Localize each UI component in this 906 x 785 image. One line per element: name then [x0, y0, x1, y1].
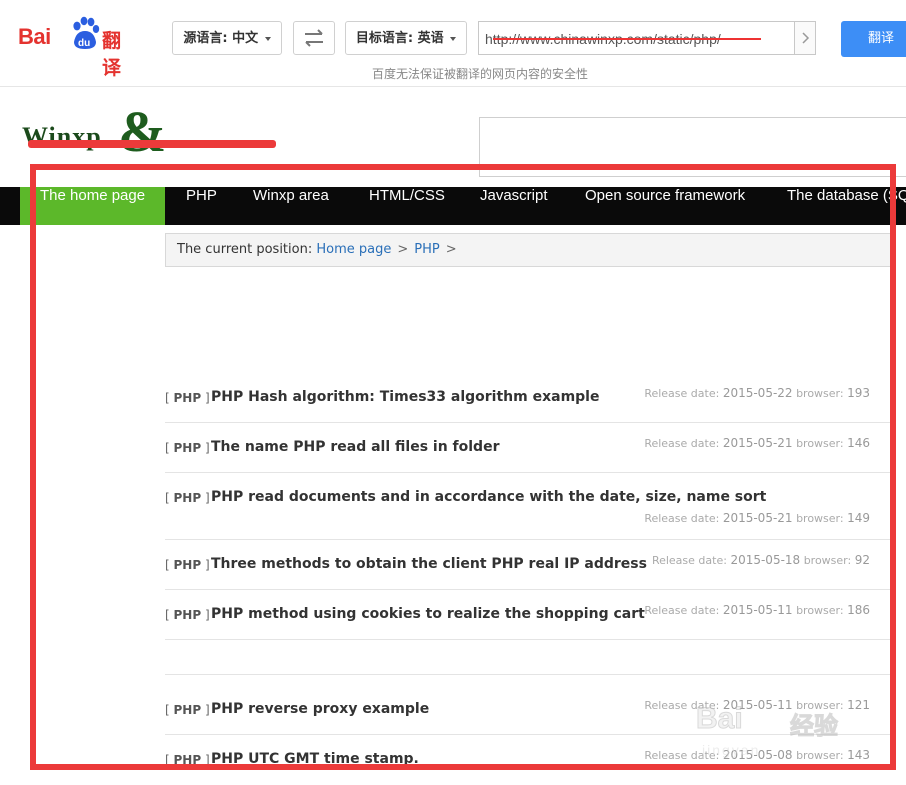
logo-bai-text: Bai — [18, 24, 51, 49]
breadcrumb: The current position: Home page > PHP > — [165, 233, 892, 267]
logo-du-text: du — [78, 38, 90, 49]
breadcrumb-prefix: The current position: — [177, 242, 313, 257]
site-logo-amp: & — [118, 99, 167, 164]
article-title-link[interactable]: The name PHP read all files in folder — [211, 439, 499, 455]
category-tag[interactable]: [ PHP ] — [165, 558, 210, 572]
list-item: [ PHP ] PHP read documents and in accord… — [165, 473, 892, 540]
nav-item-javascript[interactable]: Javascript — [460, 187, 568, 225]
list-item: [ PHP ] PHP UTC GMT time stamp. Release … — [165, 735, 892, 784]
logo-strike-annotation — [28, 140, 276, 148]
nav-item-home[interactable]: The home page — [20, 187, 166, 225]
chevron-right-icon — [802, 32, 810, 44]
article-meta: Release date: 2015-05-11 browser: 186 — [644, 603, 870, 617]
baidu-translate-logo[interactable]: Bai du 翻译 — [18, 14, 128, 79]
source-language-label: 源语言: 中文 — [183, 31, 259, 46]
target-language-select[interactable]: 目标语言: 英语 — [345, 21, 467, 55]
security-notice: 百度无法保证被翻译的网页内容的安全性 — [372, 67, 589, 81]
article-title-link[interactable]: PHP Hash algorithm: Times33 algorithm ex… — [211, 389, 599, 405]
list-spacer — [165, 640, 892, 675]
swap-icon — [305, 29, 323, 47]
article-meta: Release date: 2015-05-11 browser: 121 — [644, 698, 870, 712]
main-nav: The home page PHP Winxp area HTML/CSS Ja… — [0, 187, 906, 225]
category-tag[interactable]: [ PHP ] — [165, 703, 210, 717]
nav-item-winxp[interactable]: Winxp area — [233, 187, 349, 225]
article-meta: Release date: 2015-05-21 browser: 146 — [644, 436, 870, 450]
chevron-down-icon — [450, 36, 457, 41]
list-item: [ PHP ] PHP method using cookies to real… — [165, 590, 892, 640]
nav-item-php[interactable]: PHP — [166, 187, 237, 225]
nav-item-htmlcss[interactable]: HTML/CSS — [349, 187, 465, 225]
article-meta: Release date: 2015-05-18 browser: 92 — [651, 553, 870, 567]
nav-item-database[interactable]: The database (SQ — [767, 187, 906, 225]
source-language-select[interactable]: 源语言: 中文 — [172, 21, 282, 55]
article-meta: Release date: 2015-05-21 browser: 149 — [644, 511, 870, 525]
category-tag[interactable]: [ PHP ] — [165, 491, 210, 505]
nav-item-open-source[interactable]: Open source framework — [565, 187, 765, 225]
url-strike-annotation — [493, 38, 761, 40]
breadcrumb-home-link[interactable]: Home page — [316, 242, 391, 257]
list-item: [ PHP ] PHP Hash algorithm: Times33 algo… — [165, 373, 892, 423]
list-item: [ PHP ] The name PHP read all files in f… — [165, 423, 892, 473]
list-item: [ PHP ] Three methods to obtain the clie… — [165, 540, 892, 590]
translate-button[interactable]: 翻译 — [841, 21, 906, 57]
translate-toolbar: Bai du 翻译 源语言: 中文 目标语言: 英语 http://www.ch… — [0, 0, 906, 87]
article-title-link[interactable]: Three methods to obtain the client PHP r… — [211, 556, 647, 572]
article-meta: Release date: 2015-05-08 browser: 143 — [644, 748, 870, 762]
breadcrumb-separator: > — [397, 242, 409, 257]
article-title-link[interactable]: PHP reverse proxy example — [211, 701, 429, 717]
breadcrumb-php-link[interactable]: PHP — [414, 242, 439, 257]
category-tag[interactable]: [ PHP ] — [165, 608, 210, 622]
swap-languages-button[interactable] — [293, 21, 335, 55]
paw-icon: du — [73, 16, 100, 49]
article-meta: Release date: 2015-05-22 browser: 193 — [644, 386, 870, 400]
article-title-link[interactable]: PHP read documents and in accordance wit… — [211, 489, 766, 505]
article-title-link[interactable]: PHP UTC GMT time stamp. — [211, 751, 419, 767]
article-title-link[interactable]: PHP method using cookies to realize the … — [211, 606, 645, 622]
target-language-label: 目标语言: 英语 — [355, 31, 444, 46]
chevron-down-icon — [264, 36, 271, 41]
logo-fanyi-text: 翻译 — [102, 30, 122, 79]
url-go-arrow[interactable] — [794, 21, 816, 55]
list-item: [ PHP ] PHP reverse proxy example Releas… — [165, 675, 892, 735]
url-input[interactable]: http://www.chinawinxp.com/static/php/ — [478, 21, 794, 55]
site-logo[interactable]: Winxp & — [22, 102, 282, 166]
category-tag[interactable]: [ PHP ] — [165, 753, 210, 767]
header-banner — [479, 117, 906, 177]
category-tag[interactable]: [ PHP ] — [165, 391, 210, 405]
category-tag[interactable]: [ PHP ] — [165, 441, 210, 455]
breadcrumb-separator: > — [445, 242, 457, 257]
